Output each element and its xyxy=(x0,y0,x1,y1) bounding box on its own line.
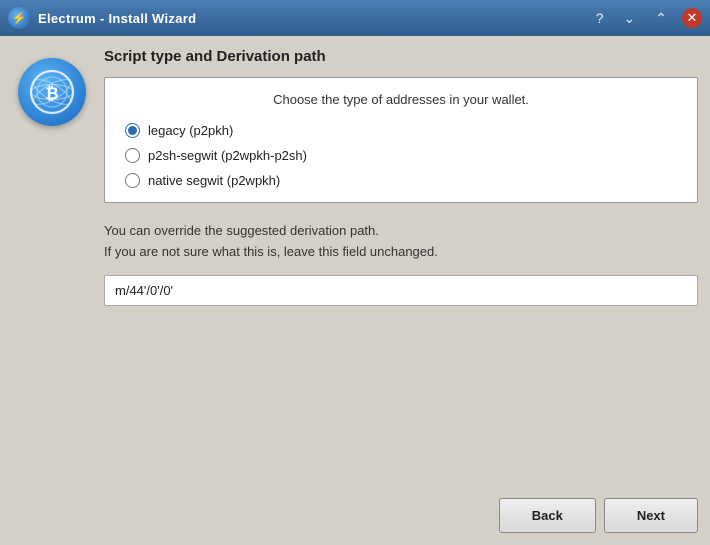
button-row: Back Next xyxy=(104,488,698,533)
native-segwit-radio[interactable] xyxy=(125,173,140,188)
electrum-logo: ₿ xyxy=(18,58,86,126)
address-type-box: Choose the type of addresses in your wal… xyxy=(104,77,698,203)
p2sh-radio[interactable] xyxy=(125,148,140,163)
close-button[interactable]: ✕ xyxy=(682,8,702,28)
logo-panel: ₿ xyxy=(12,48,92,533)
wizard-body: ₿ Script type and Derivation path Choose… xyxy=(0,36,710,545)
legacy-radio-item[interactable]: legacy (p2pkh) xyxy=(125,123,681,138)
titlebar-controls: ? ⌄ ⌃ ✕ xyxy=(591,8,702,29)
back-button[interactable]: Back xyxy=(499,498,596,533)
p2sh-radio-item[interactable]: p2sh-segwit (p2wpkh-p2sh) xyxy=(125,148,681,163)
minimize-button[interactable]: ⌄ xyxy=(619,8,641,29)
help-button[interactable]: ? xyxy=(591,8,609,28)
native-segwit-radio-item[interactable]: native segwit (p2wpkh) xyxy=(125,173,681,188)
next-button[interactable]: Next xyxy=(604,498,698,533)
titlebar: ⚡ Electrum - Install Wizard ? ⌄ ⌃ ✕ xyxy=(0,0,710,36)
legacy-label: legacy (p2pkh) xyxy=(148,123,233,138)
native-segwit-label: native segwit (p2wpkh) xyxy=(148,173,280,188)
titlebar-left: ⚡ Electrum - Install Wizard xyxy=(8,7,196,29)
legacy-radio[interactable] xyxy=(125,123,140,138)
script-type-radio-group: legacy (p2pkh) p2sh-segwit (p2wpkh-p2sh)… xyxy=(121,123,681,188)
app-icon: ⚡ xyxy=(8,7,30,29)
maximize-button[interactable]: ⌃ xyxy=(650,8,672,29)
section-title: Script type and Derivation path xyxy=(104,48,698,65)
hint-line1: You can override the suggested derivatio… xyxy=(104,221,698,242)
bitcoin-logo-svg: ₿ xyxy=(28,68,76,116)
p2sh-label: p2sh-segwit (p2wpkh-p2sh) xyxy=(148,148,307,163)
derivation-path-input[interactable] xyxy=(104,275,698,306)
window-title: Electrum - Install Wizard xyxy=(38,11,196,26)
hint-line2: If you are not sure what this is, leave … xyxy=(104,242,698,263)
hint-text: You can override the suggested derivatio… xyxy=(104,221,698,263)
content-panel: Script type and Derivation path Choose t… xyxy=(104,48,698,533)
address-subtitle: Choose the type of addresses in your wal… xyxy=(121,92,681,107)
